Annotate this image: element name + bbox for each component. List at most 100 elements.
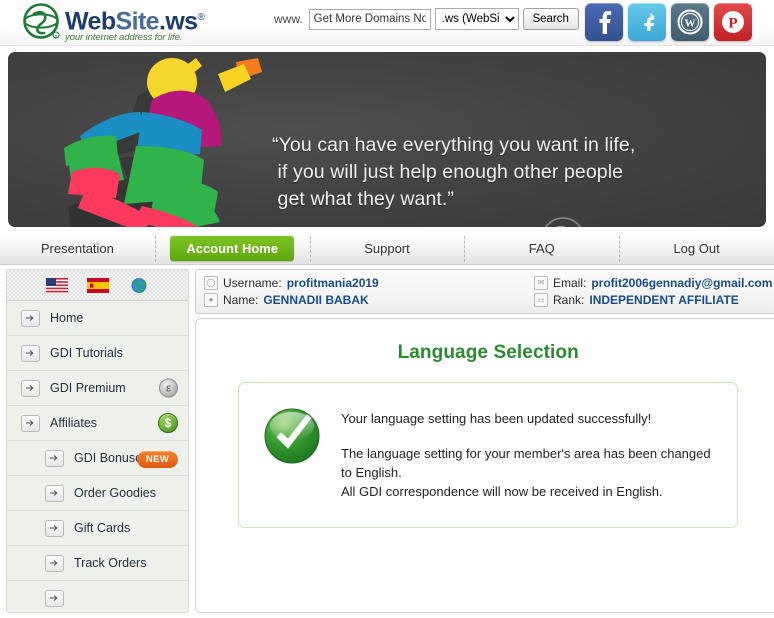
success-detail-line-1: The language setting for your member's a… — [341, 446, 711, 480]
site-logo[interactable]: R WebSite.ws® your internet address for … — [22, 2, 205, 43]
page-content: Home GDI Tutorials GDI Premium ε Affilia… — [0, 265, 774, 613]
arrow-right-icon — [21, 379, 40, 397]
jumping-figure-illustration — [64, 58, 262, 227]
tld-select[interactable]: .ws (WebSite) — [434, 8, 519, 30]
svg-text:W: W — [685, 18, 696, 30]
domain-search-area: www. .ws (WebSite) Search — [274, 8, 579, 30]
sidebar-navigation: Home GDI Tutorials GDI Premium ε Affilia… — [6, 269, 189, 613]
sidebar-item-order-goodies[interactable]: Order Goodies — [7, 476, 188, 511]
search-button[interactable]: Search — [522, 8, 579, 30]
premium-coin-icon: ε — [159, 378, 178, 398]
main-column: ◯ Username: profitmania2019 ✉ Email: pro… — [195, 269, 774, 613]
tab-faq-label: FAQ — [528, 241, 555, 256]
logo-text-site: Site — [115, 7, 160, 36]
sidebar-item-affiliates-label: Affiliates — [50, 416, 98, 430]
person-icon: ● — [204, 292, 218, 307]
svg-text:P: P — [728, 16, 737, 32]
username-label: Username: — [223, 275, 282, 290]
arrow-right-icon — [21, 414, 40, 432]
tab-support-label: Support — [364, 241, 410, 256]
dollar-coin-icon: $ — [158, 413, 178, 433]
rank-label: Rank: — [553, 292, 585, 307]
sidebar-item-gdi-premium[interactable]: GDI Premium ε — [7, 371, 188, 406]
arrow-right-icon — [45, 589, 64, 607]
page-title: Language Selection — [397, 342, 579, 363]
tab-log-out[interactable]: Log Out — [619, 233, 774, 265]
wordpress-icon[interactable]: W — [671, 3, 709, 41]
language-flag-bar — [7, 270, 188, 301]
flag-spain-icon[interactable] — [86, 277, 109, 293]
tab-presentation[interactable]: Presentation — [0, 233, 155, 265]
sidebar-item-order-goodies-label: Order Goodies — [74, 486, 156, 500]
tab-presentation-label: Presentation — [40, 241, 114, 256]
main-navigation-tabs: Presentation Account Home Support FAQ Lo… — [0, 233, 774, 265]
bookmark-icon: ⚏ — [534, 292, 548, 307]
flag-usa-icon[interactable] — [45, 277, 68, 293]
new-badge: NEW — [136, 451, 178, 468]
globe-logo-icon: R — [23, 3, 60, 39]
name-value: GENNADII BABAK — [263, 292, 369, 307]
arrow-right-icon — [45, 484, 64, 502]
logo-text-web: Web — [65, 7, 116, 36]
account-info-bar: ◯ Username: profitmania2019 ✉ Email: pro… — [195, 269, 774, 314]
sidebar-item-affiliates[interactable]: Affiliates $ — [7, 406, 188, 441]
account-info-row-2: ● Name: GENNADII BABAK ⚏ Rank: INDEPENDE… — [204, 291, 772, 308]
tab-log-out-label: Log Out — [673, 241, 720, 256]
email-cell: ✉ Email: profit2006gennadiy@gmail.com — [534, 275, 773, 290]
hero-banner: “You can have everything you want in lif… — [8, 52, 766, 227]
flag-globe-icon[interactable] — [128, 277, 150, 293]
page-root: R WebSite.ws® your internet address for … — [0, 0, 774, 618]
sidebar-item-gdi-tutorials-label: GDI Tutorials — [50, 346, 123, 360]
name-label: Name: — [223, 292, 259, 307]
email-label: Email: — [553, 275, 587, 290]
tab-support[interactable]: Support — [309, 233, 465, 265]
arrow-right-icon — [45, 554, 64, 572]
arrow-right-icon — [21, 344, 40, 362]
site-header: R WebSite.ws® your internet address for … — [0, 0, 774, 46]
svg-text:R: R — [55, 33, 58, 38]
arrow-right-icon — [21, 309, 40, 327]
sidebar-item-home[interactable]: Home — [7, 301, 188, 336]
sidebar-item-gift-cards-label: Gift Cards — [74, 521, 131, 535]
rank-value: INDEPENDENT AFFILIATE — [589, 292, 739, 307]
domain-search-input[interactable] — [308, 8, 431, 30]
account-info-row-1: ◯ Username: profitmania2019 ✉ Email: pro… — [204, 274, 772, 291]
email-value: profit2006gennadiy@gmail.com — [591, 275, 773, 290]
username-cell: ◯ Username: profitmania2019 — [204, 275, 534, 290]
username-value: profitmania2019 — [286, 275, 379, 290]
arrow-right-icon — [45, 519, 64, 537]
hero-quote: “You can have everything you want in lif… — [272, 134, 636, 210]
tab-account-home[interactable]: Account Home — [154, 233, 310, 265]
gdi-coin-icon: ε — [159, 378, 178, 398]
affiliates-money-icon: $ — [158, 413, 178, 433]
facebook-icon[interactable] — [585, 3, 623, 41]
sidebar-item-track-orders[interactable]: Track Orders — [7, 546, 188, 581]
arrow-right-icon — [45, 449, 64, 467]
sidebar-item-track-orders-label: Track Orders — [74, 556, 147, 570]
success-message-text: Your language setting has been updated s… — [341, 405, 719, 501]
sidebar-item-gdi-tutorials[interactable]: GDI Tutorials — [7, 336, 188, 371]
content-panel: Language Selection Your language setting… — [195, 318, 774, 613]
logo-registered-mark: ® — [197, 12, 205, 23]
gdi-globe-watermark: R — [544, 217, 582, 227]
new-badge-wrap: NEW — [136, 449, 178, 468]
envelope-icon: ✉ — [534, 275, 548, 290]
user-search-icon: ◯ — [204, 275, 218, 290]
sidebar-item-gdi-bonuses[interactable]: GDI Bonuses NEW — [7, 441, 188, 476]
tab-account-home-label: Account Home — [170, 236, 295, 261]
sidebar-item-gdi-premium-label: GDI Premium — [50, 381, 126, 395]
logo-text-ws: .ws — [158, 7, 198, 36]
success-headline: Your language setting has been updated s… — [341, 411, 652, 426]
sidebar-item-gift-cards[interactable]: Gift Cards — [7, 511, 188, 546]
twitter-icon[interactable] — [628, 3, 666, 41]
success-check-icon — [264, 408, 320, 464]
www-label: www. — [274, 12, 303, 26]
social-links: W P — [585, 3, 752, 41]
pinterest-icon[interactable]: P — [714, 3, 752, 41]
sidebar-item-partial[interactable] — [7, 581, 188, 612]
rank-cell: ⚏ Rank: INDEPENDENT AFFILIATE — [534, 292, 772, 307]
success-detail-line-2: All GDI correspondence will now be recei… — [341, 484, 663, 499]
success-message-box: Your language setting has been updated s… — [238, 382, 739, 528]
tab-faq[interactable]: FAQ — [464, 233, 619, 265]
sidebar-item-home-label: Home — [50, 311, 84, 325]
